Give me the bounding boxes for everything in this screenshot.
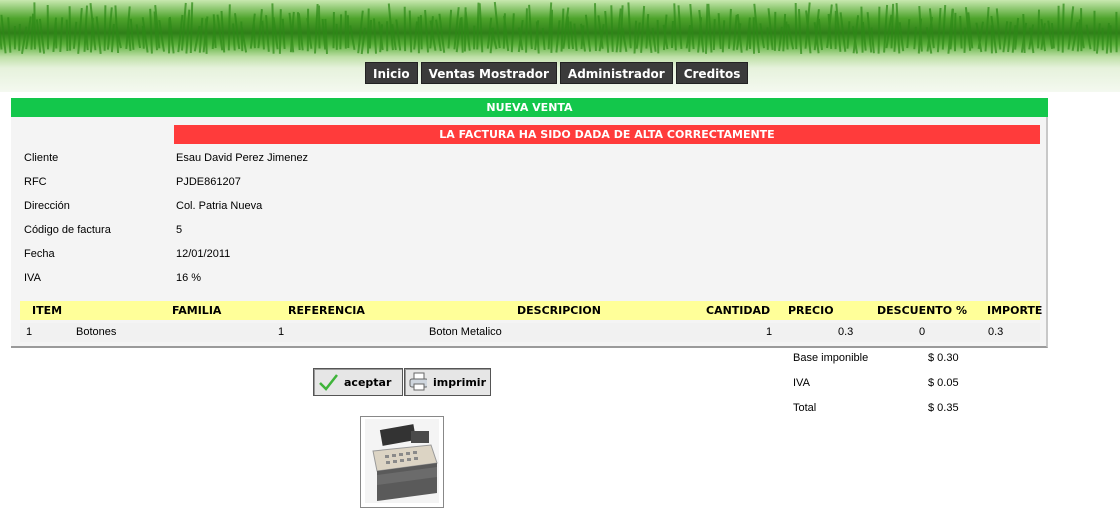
- items-table-header: ITEM FAMILIA REFERENCIA DESCRIPCION CANT…: [20, 301, 1043, 320]
- totals-label-total: Total: [793, 402, 817, 414]
- success-alert: LA FACTURA HA SIDO DADA DE ALTA CORRECTA…: [174, 125, 1040, 144]
- field-label-iva: IVA: [24, 272, 41, 284]
- field-value-rfc: PJDE861207: [176, 176, 241, 188]
- cell-familia: Botones: [76, 326, 117, 338]
- totals-label-base: Base imponible: [793, 352, 869, 364]
- cash-register-image: [360, 416, 444, 508]
- accept-button-label: aceptar: [344, 375, 392, 389]
- field-label-rfc: RFC: [24, 176, 47, 188]
- nav-tab-creditos[interactable]: Creditos: [675, 62, 749, 84]
- cash-register-icon: [365, 419, 439, 503]
- cell-referencia: 1: [278, 326, 285, 338]
- col-descuento: DESCUENTO %: [877, 304, 967, 317]
- field-label-direccion: Dirección: [24, 200, 70, 212]
- col-item: ITEM: [32, 304, 63, 317]
- col-referencia: REFERENCIA: [288, 304, 365, 317]
- totals-value-total: $ 0.35: [928, 402, 959, 414]
- accept-button[interactable]: aceptar: [313, 368, 403, 396]
- cell-descuento: 0: [919, 326, 926, 338]
- field-value-direccion: Col. Patria Nueva: [176, 200, 263, 212]
- field-label-cliente: Cliente: [24, 152, 59, 164]
- field-value-codigo: 5: [176, 224, 183, 236]
- main-nav: Inicio Ventas Mostrador Administrador Cr…: [365, 62, 749, 84]
- nav-tab-ventas-mostrador[interactable]: Ventas Mostrador: [420, 62, 557, 84]
- field-label-fecha: Fecha: [24, 248, 55, 260]
- col-precio: PRECIO: [788, 304, 834, 317]
- totals-label-iva: IVA: [793, 377, 810, 389]
- print-button-label: imprimir: [433, 375, 486, 389]
- field-value-iva: 16 %: [176, 272, 202, 284]
- cell-descripcion: Boton Metalico: [429, 326, 502, 338]
- col-cantidad: CANTIDAD: [706, 304, 771, 317]
- nav-tab-administrador[interactable]: Administrador: [559, 62, 673, 84]
- header-banner: Inicio Ventas Mostrador Administrador Cr…: [0, 0, 1120, 92]
- cell-precio: 0.3: [838, 326, 854, 338]
- col-descripcion: DESCRIPCION: [517, 304, 601, 317]
- field-label-codigo: Código de factura: [24, 224, 111, 236]
- cell-importe: 0.3: [988, 326, 1004, 338]
- field-value-fecha: 12/01/2011: [176, 248, 231, 260]
- totals-value-base: $ 0.30: [928, 352, 959, 364]
- table-row: 1 Botones 1 Boton Metalico 1 0.3 0 0.3: [20, 323, 1040, 342]
- cell-item: 1: [26, 326, 33, 338]
- printer-icon: [409, 372, 428, 391]
- print-button[interactable]: imprimir: [404, 368, 491, 396]
- check-icon: [319, 374, 338, 391]
- nav-tab-inicio[interactable]: Inicio: [365, 62, 418, 84]
- field-value-cliente: Esau David Perez Jimenez: [176, 152, 309, 164]
- page-title: NUEVA VENTA: [11, 98, 1048, 117]
- col-familia: FAMILIA: [172, 304, 222, 317]
- cell-cantidad: 1: [766, 326, 773, 338]
- totals-value-iva: $ 0.05: [928, 377, 959, 389]
- col-importe: IMPORTE: [987, 304, 1043, 317]
